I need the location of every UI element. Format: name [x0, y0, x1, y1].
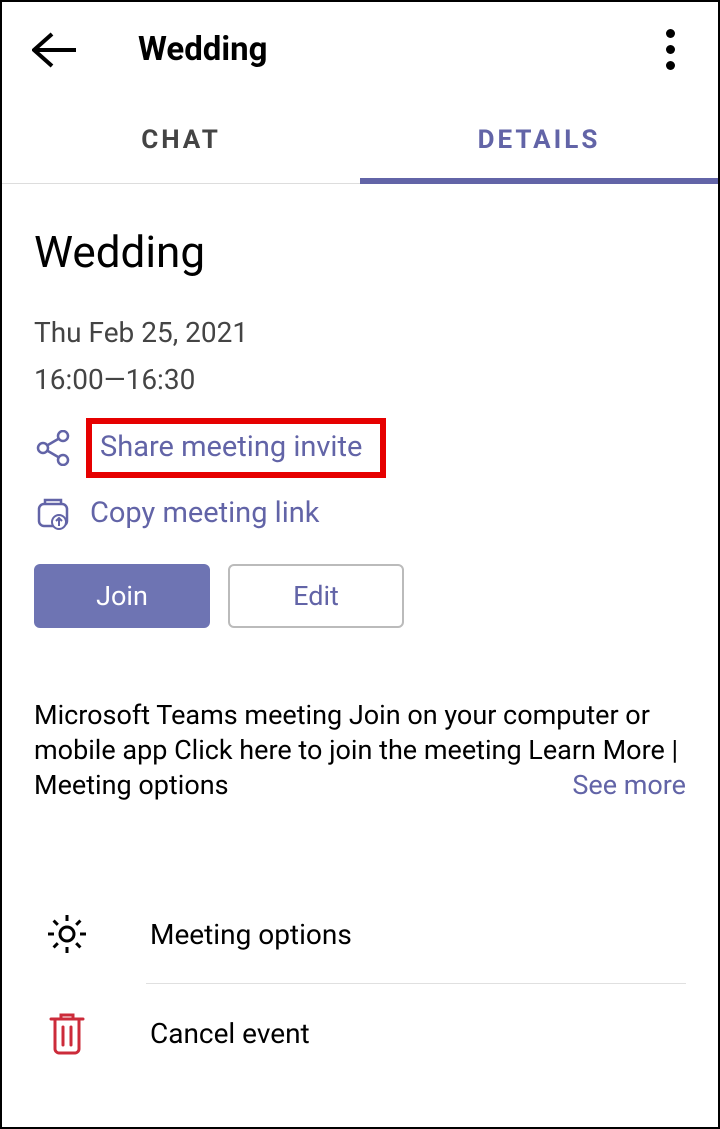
- tab-bar: CHAT DETAILS: [2, 97, 718, 184]
- button-row: Join Edit: [34, 564, 686, 628]
- meeting-options-label: Meeting options: [150, 918, 352, 951]
- more-vertical-icon: [666, 29, 675, 70]
- copy-action-row: Copy meeting link: [34, 494, 686, 532]
- back-arrow-icon: [32, 32, 76, 68]
- tab-details[interactable]: DETAILS: [360, 97, 718, 183]
- see-more-link[interactable]: See more: [562, 768, 686, 803]
- event-time: 16:00—16:30: [34, 363, 686, 396]
- copy-link-icon: [34, 494, 72, 532]
- share-highlight-box: Share meeting invite: [86, 418, 386, 478]
- trash-icon: [42, 1008, 92, 1058]
- edit-button[interactable]: Edit: [228, 564, 404, 628]
- copy-link-action[interactable]: Copy meeting link: [90, 496, 320, 530]
- event-date: Thu Feb 25, 2021: [34, 316, 686, 349]
- back-button[interactable]: [30, 26, 78, 74]
- share-icon: [34, 429, 72, 467]
- cancel-event-row[interactable]: Cancel event: [34, 984, 686, 1082]
- content-area: Wedding Thu Feb 25, 2021 16:00—16:30 Sha…: [2, 184, 718, 1082]
- event-title: Wedding: [34, 226, 686, 278]
- more-menu-button[interactable]: [650, 30, 690, 70]
- share-invite-link[interactable]: Share meeting invite: [100, 430, 362, 464]
- share-action-row: Share meeting invite: [34, 418, 686, 478]
- meeting-description: Microsoft Teams meeting Join on your com…: [34, 698, 686, 803]
- header: Wedding: [2, 2, 718, 97]
- tab-chat[interactable]: CHAT: [2, 97, 360, 183]
- meeting-options-row[interactable]: Meeting options: [34, 885, 686, 983]
- cancel-event-label: Cancel event: [150, 1017, 310, 1050]
- options-list: Meeting options Cancel event: [34, 885, 686, 1082]
- join-button[interactable]: Join: [34, 564, 210, 628]
- gear-icon: [42, 909, 92, 959]
- header-title: Wedding: [138, 30, 267, 69]
